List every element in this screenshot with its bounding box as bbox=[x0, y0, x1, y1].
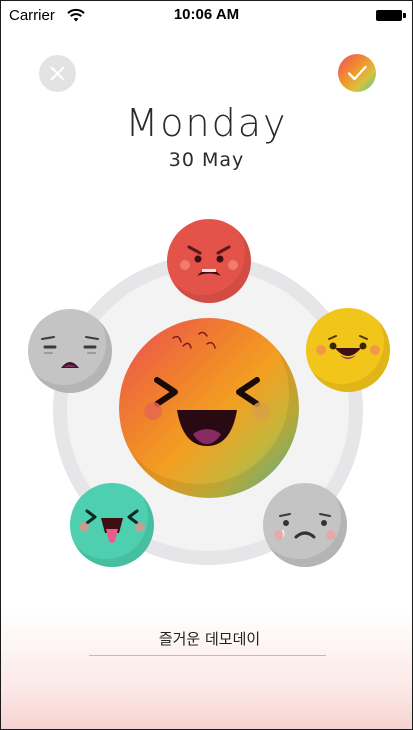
ecstatic-face-icon bbox=[144, 331, 270, 446]
mood-screen: Carrier 10:06 AM Monday 30 May bbox=[0, 0, 413, 730]
mood-happy-face[interactable] bbox=[306, 308, 390, 392]
mood-angry-face[interactable] bbox=[167, 219, 251, 303]
note-field[interactable] bbox=[89, 621, 330, 656]
mood-tired-face[interactable] bbox=[28, 309, 112, 393]
angry-face-icon bbox=[180, 245, 238, 276]
happy-face-icon bbox=[316, 335, 380, 359]
selected-mood-face bbox=[119, 318, 299, 498]
note-input[interactable] bbox=[89, 621, 330, 656]
tired-face-icon bbox=[41, 336, 99, 368]
